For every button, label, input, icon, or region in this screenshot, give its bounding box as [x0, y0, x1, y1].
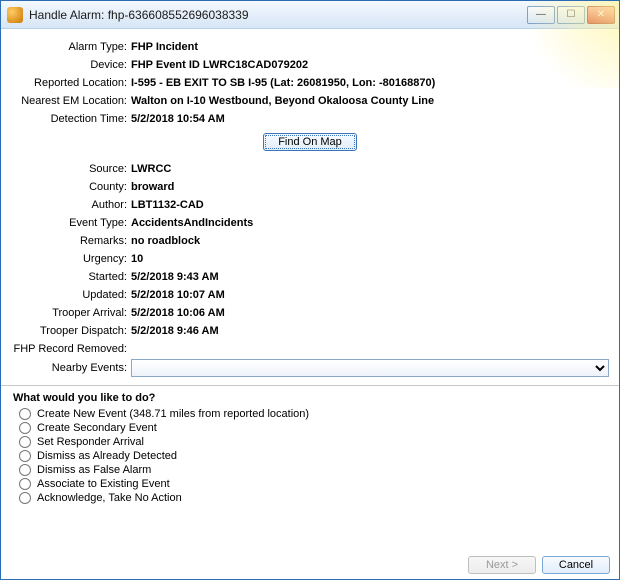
opt-dismiss-already-detected[interactable]: Dismiss as Already Detected: [19, 450, 609, 462]
val-detection-time: 5/2/2018 10:54 AM: [131, 111, 225, 127]
lbl-urgency: Urgency:: [11, 251, 131, 267]
val-source: LWRCC: [131, 161, 171, 177]
opt-create-new-event[interactable]: Create New Event (348.71 miles from repo…: [19, 408, 609, 420]
lbl-updated: Updated:: [11, 287, 131, 303]
opt-label: Dismiss as Already Detected: [37, 450, 177, 462]
val-started: 5/2/2018 9:43 AM: [131, 269, 219, 285]
action-options: Create New Event (348.71 miles from repo…: [19, 408, 609, 504]
maximize-button[interactable]: ☐: [557, 6, 585, 24]
lbl-fhp-removed: FHP Record Removed:: [11, 341, 131, 357]
opt-label: Associate to Existing Event: [37, 478, 170, 490]
val-trooper-dispatch: 5/2/2018 9:46 AM: [131, 323, 219, 339]
minimize-button[interactable]: —: [527, 6, 555, 24]
opt-dismiss-false-alarm[interactable]: Dismiss as False Alarm: [19, 464, 609, 476]
val-updated: 5/2/2018 10:07 AM: [131, 287, 225, 303]
val-county: broward: [131, 179, 174, 195]
lbl-remarks: Remarks:: [11, 233, 131, 249]
divider: [1, 385, 619, 386]
val-reported-location: I-595 - EB EXIT TO SB I-95 (Lat: 2608195…: [131, 75, 435, 91]
opt-label: Acknowledge, Take No Action: [37, 492, 182, 504]
lbl-event-type: Event Type:: [11, 215, 131, 231]
dialog-content: Alarm Type:FHP Incident Device:FHP Event…: [1, 29, 619, 504]
opt-associate-existing-event[interactable]: Associate to Existing Event: [19, 478, 609, 490]
opt-label: Create Secondary Event: [37, 422, 157, 434]
lbl-trooper-arrival: Trooper Arrival:: [11, 305, 131, 321]
action-heading: What would you like to do?: [13, 392, 609, 404]
val-trooper-arrival: 5/2/2018 10:06 AM: [131, 305, 225, 321]
lbl-nearest-em: Nearest EM Location:: [11, 93, 131, 109]
cancel-button[interactable]: Cancel: [542, 556, 610, 574]
lbl-alarm-type: Alarm Type:: [11, 39, 131, 55]
opt-label: Dismiss as False Alarm: [37, 464, 151, 476]
app-icon: [7, 7, 23, 23]
lbl-started: Started:: [11, 269, 131, 285]
dialog-footer: Next > Cancel: [468, 556, 610, 574]
opt-create-secondary-event[interactable]: Create Secondary Event: [19, 422, 609, 434]
lbl-author: Author:: [11, 197, 131, 213]
opt-label: Create New Event (348.71 miles from repo…: [37, 408, 309, 420]
lbl-detection-time: Detection Time:: [11, 111, 131, 127]
lbl-reported-location: Reported Location:: [11, 75, 131, 91]
nearby-events-dropdown[interactable]: [131, 359, 609, 377]
find-on-map-button[interactable]: Find On Map: [263, 133, 357, 151]
titlebar: Handle Alarm: fhp-636608552696038339 — ☐…: [1, 1, 619, 29]
val-author: LBT1132-CAD: [131, 197, 204, 213]
val-urgency: 10: [131, 251, 143, 267]
lbl-nearby-events: Nearby Events:: [11, 362, 131, 374]
opt-acknowledge-no-action[interactable]: Acknowledge, Take No Action: [19, 492, 609, 504]
lbl-source: Source:: [11, 161, 131, 177]
val-remarks: no roadblock: [131, 233, 200, 249]
opt-label: Set Responder Arrival: [37, 436, 144, 448]
lbl-trooper-dispatch: Trooper Dispatch:: [11, 323, 131, 339]
val-event-type: AccidentsAndIncidents: [131, 215, 253, 231]
next-button[interactable]: Next >: [468, 556, 536, 574]
val-alarm-type: FHP Incident: [131, 39, 198, 55]
window-title: Handle Alarm: fhp-636608552696038339: [29, 8, 525, 22]
opt-set-responder-arrival[interactable]: Set Responder Arrival: [19, 436, 609, 448]
lbl-device: Device:: [11, 57, 131, 73]
val-device: FHP Event ID LWRC18CAD079202: [131, 57, 308, 73]
val-nearest-em: Walton on I-10 Westbound, Beyond Okaloos…: [131, 93, 434, 109]
lbl-county: County:: [11, 179, 131, 195]
close-button[interactable]: ✕: [587, 6, 615, 24]
